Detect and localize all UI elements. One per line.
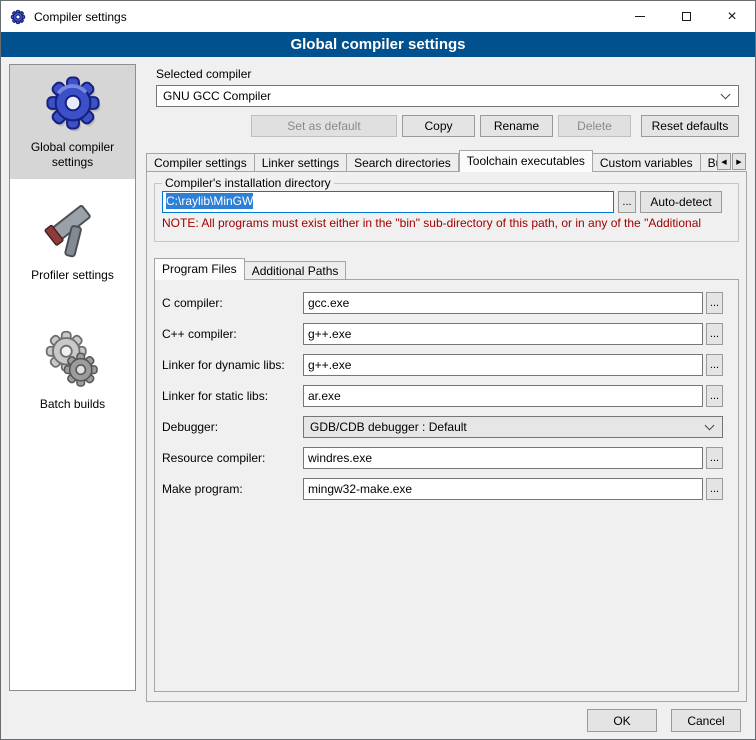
cancel-button[interactable]: Cancel bbox=[671, 709, 741, 732]
install-dir-value: C:\raylib\MinGW bbox=[166, 193, 253, 209]
cpp-compiler-input[interactable] bbox=[303, 323, 703, 345]
sidebar-label: Batch builds bbox=[12, 397, 133, 412]
resource-compiler-input[interactable] bbox=[303, 447, 703, 469]
window-title: Compiler settings bbox=[34, 10, 127, 24]
install-dir-groupbox: Compiler's installation directory C:\ray… bbox=[154, 176, 739, 242]
tab-scroll-left-button[interactable]: ◀ bbox=[717, 153, 731, 170]
form-row-dynamic-linker: Linker for dynamic libs:... bbox=[162, 354, 731, 376]
c-compiler-label: C compiler: bbox=[162, 296, 303, 310]
toolchain-form: C compiler:...C++ compiler:...Linker for… bbox=[162, 292, 731, 500]
compiler-select[interactable]: GNU GCC Compiler bbox=[156, 85, 739, 107]
debugger-label: Debugger: bbox=[162, 420, 303, 434]
resource-compiler-label: Resource compiler: bbox=[162, 451, 303, 465]
auto-detect-button[interactable]: Auto-detect bbox=[640, 191, 722, 213]
tab-linker-settings[interactable]: Linker settings bbox=[255, 153, 347, 172]
chevron-down-icon bbox=[721, 90, 731, 100]
tab-strip: Compiler settingsLinker settingsSearch d… bbox=[146, 150, 723, 172]
form-row-debugger: Debugger: GDB/CDB debugger : Default bbox=[162, 416, 731, 438]
subtab-additional-paths[interactable]: Additional Paths bbox=[245, 261, 347, 280]
debugger-value: GDB/CDB debugger : Default bbox=[310, 420, 467, 434]
close-icon: × bbox=[727, 9, 736, 25]
sidebar-label: Global compiler settings bbox=[12, 140, 133, 170]
make-program-browse-button[interactable]: ... bbox=[706, 478, 723, 500]
reset-defaults-button[interactable]: Reset defaults bbox=[641, 115, 739, 137]
chevron-down-icon bbox=[705, 421, 715, 431]
dynamic-linker-browse-button[interactable]: ... bbox=[706, 354, 723, 376]
gears-gray-icon bbox=[12, 329, 133, 391]
install-dir-browse-button[interactable]: ... bbox=[618, 191, 636, 213]
debugger-select[interactable]: GDB/CDB debugger : Default bbox=[303, 416, 723, 438]
minimize-icon bbox=[635, 16, 645, 17]
compiler-toolbar: Set as default Copy Rename Delete Reset … bbox=[156, 115, 739, 137]
form-row-cpp-compiler: C++ compiler:... bbox=[162, 323, 731, 345]
install-dir-note: NOTE: All programs must exist either in … bbox=[162, 216, 731, 230]
resource-compiler-browse-button[interactable]: ... bbox=[706, 447, 723, 469]
maximize-button[interactable] bbox=[663, 1, 709, 32]
minimize-button[interactable] bbox=[617, 1, 663, 32]
sidebar-item-global-compiler-settings[interactable]: Global compiler settings bbox=[10, 65, 135, 179]
form-row-static-linker: Linker for static libs:... bbox=[162, 385, 731, 407]
copy-button[interactable]: Copy bbox=[402, 115, 475, 137]
settings-sidebar: Global compiler settings Profiler settin… bbox=[9, 64, 136, 691]
sidebar-label: Profiler settings bbox=[12, 268, 133, 283]
hammer-icon bbox=[12, 200, 133, 262]
ok-button[interactable]: OK bbox=[587, 709, 657, 732]
c-compiler-browse-button[interactable]: ... bbox=[706, 292, 723, 314]
compiler-settings-window: Compiler settings × Global compiler sett… bbox=[0, 0, 756, 740]
gear-blue-icon bbox=[12, 72, 133, 134]
program-files-panel: C compiler:...C++ compiler:...Linker for… bbox=[154, 279, 739, 692]
set-as-default-button[interactable]: Set as default bbox=[251, 115, 397, 137]
tab-custom-variables[interactable]: Custom variables bbox=[593, 153, 701, 172]
maximize-icon bbox=[682, 12, 691, 21]
tab-toolchain-executables[interactable]: Toolchain executables bbox=[459, 150, 593, 172]
install-dir-input[interactable]: C:\raylib\MinGW bbox=[162, 191, 614, 213]
app-gear-icon bbox=[10, 9, 26, 25]
dialog-content: Global compiler settings Profiler settin… bbox=[1, 57, 755, 739]
delete-button[interactable]: Delete bbox=[558, 115, 631, 137]
subtab-program-files[interactable]: Program Files bbox=[154, 258, 245, 280]
static-linker-browse-button[interactable]: ... bbox=[706, 385, 723, 407]
install-dir-row: C:\raylib\MinGW ... Auto-detect bbox=[162, 191, 731, 213]
make-program-label: Make program: bbox=[162, 482, 303, 496]
tab-search-directories[interactable]: Search directories bbox=[347, 153, 459, 172]
rename-button[interactable]: Rename bbox=[480, 115, 553, 137]
form-row-resource-compiler: Resource compiler:... bbox=[162, 447, 731, 469]
cpp-compiler-browse-button[interactable]: ... bbox=[706, 323, 723, 345]
install-dir-legend: Compiler's installation directory bbox=[162, 176, 334, 190]
dynamic-linker-input[interactable] bbox=[303, 354, 703, 376]
tab-scroll-right-button[interactable]: ▶ bbox=[732, 153, 746, 170]
cpp-compiler-label: C++ compiler: bbox=[162, 327, 303, 341]
static-linker-input[interactable] bbox=[303, 385, 703, 407]
tab-compiler-settings[interactable]: Compiler settings bbox=[146, 153, 255, 172]
titlebar: Compiler settings × bbox=[1, 1, 755, 32]
main-area: Selected compiler GNU GCC Compiler Set a… bbox=[146, 57, 747, 739]
close-button[interactable]: × bbox=[709, 1, 755, 32]
subtab-strip: Program FilesAdditional Paths bbox=[154, 258, 739, 280]
static-linker-label: Linker for static libs: bbox=[162, 389, 303, 403]
c-compiler-input[interactable] bbox=[303, 292, 703, 314]
sidebar-item-batch-builds[interactable]: Batch builds bbox=[10, 322, 135, 421]
make-program-input[interactable] bbox=[303, 478, 703, 500]
arrow-left-icon: ◀ bbox=[721, 158, 726, 166]
dialog-footer: OK Cancel bbox=[587, 709, 741, 732]
arrow-right-icon: ▶ bbox=[736, 158, 741, 166]
sidebar-item-profiler-settings[interactable]: Profiler settings bbox=[10, 193, 135, 292]
dynamic-linker-label: Linker for dynamic libs: bbox=[162, 358, 303, 372]
toolchain-executables-panel: Compiler's installation directory C:\ray… bbox=[146, 171, 747, 702]
form-row-c-compiler: C compiler:... bbox=[162, 292, 731, 314]
banner: Global compiler settings bbox=[1, 32, 755, 57]
compiler-select-value: GNU GCC Compiler bbox=[163, 89, 271, 103]
selected-compiler-label: Selected compiler bbox=[156, 67, 251, 81]
form-row-make-program: Make program:... bbox=[162, 478, 731, 500]
